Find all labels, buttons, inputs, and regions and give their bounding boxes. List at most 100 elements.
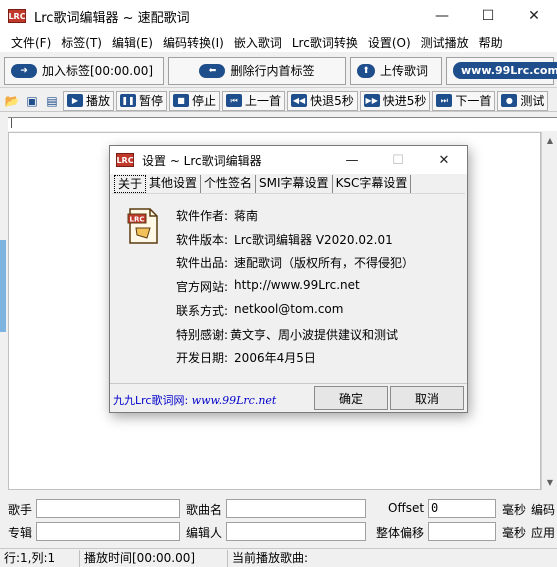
previous-label: 上一首: [245, 94, 282, 108]
tab-signature[interactable]: 个性签名: [201, 175, 257, 193]
tab-ksc-settings[interactable]: KSC字幕设置: [333, 175, 412, 193]
test-label: 测试: [520, 94, 545, 108]
dialog-controls: — ☐ ✕: [329, 146, 467, 174]
contact-label: 联系方式:: [176, 304, 229, 318]
site-link-url[interactable]: www.99Lrc.net: [192, 394, 277, 407]
side-panel-handle[interactable]: [0, 240, 6, 332]
ms-label-1: 毫秒: [502, 503, 527, 517]
info-row-thanks: 特别感谢: 黄文亨、周小波提供建议和测试: [176, 326, 398, 343]
minimize-button[interactable]: —: [419, 0, 465, 32]
ms-label-2: 毫秒: [502, 526, 527, 540]
overall-shift-label: 整体偏移: [376, 526, 425, 540]
delete-tag-button[interactable]: ⬅ 删除行内首标签: [168, 56, 346, 85]
lrc-app-icon: LRC: [8, 9, 26, 23]
rewind-button[interactable]: ◀◀ 快退5秒: [287, 90, 358, 111]
tab-other-settings[interactable]: 其他设置: [146, 175, 202, 193]
save-icon[interactable]: ▣: [23, 92, 41, 110]
test-button[interactable]: ● 测试: [497, 90, 549, 111]
ruler: [8, 117, 557, 131]
dialog-minimize-button[interactable]: —: [329, 146, 375, 174]
play-icon: ▶: [67, 94, 83, 107]
offset-input[interactable]: 0: [428, 499, 496, 518]
settings-dialog: LRC 设置 ~ Lrc歌词编辑器 — ☐ ✕ 关于 其他设置 个性签名 SMI…: [109, 145, 468, 413]
menu-encoding[interactable]: 编码转换(I): [158, 34, 229, 51]
add-tag-button[interactable]: ➜ 加入标签[00:00.00]: [4, 56, 164, 85]
play-button[interactable]: ▶ 播放: [63, 90, 115, 111]
player-toolbar: 📂 ▣ ▤ ▶ 播放 ❚❚ 暂停 ■ 停止 ⏮ 上一首 ◀◀ 快退5秒 ▶▶ 快…: [0, 90, 557, 112]
title-bar: LRC Lrc歌词编辑器 ~ 速配歌词 — ☐ ✕: [0, 0, 557, 32]
album-label: 专辑: [8, 526, 33, 540]
version-value: Lrc歌词编辑器 V2020.02.01: [234, 233, 393, 247]
previous-icon: ⏮: [226, 94, 243, 107]
close-button[interactable]: ✕: [511, 0, 557, 32]
status-bar: 行:1,列:1 播放时间[00:00.00] 当前播放歌曲:: [0, 548, 557, 567]
info-row-version: 软件版本: Lrc歌词编辑器 V2020.02.01: [176, 231, 393, 248]
singer-label: 歌手: [8, 503, 33, 517]
rewind-icon: ◀◀: [291, 94, 308, 107]
cancel-button[interactable]: 取消: [390, 386, 464, 410]
ruler-marker[interactable]: [11, 118, 12, 128]
menu-embed[interactable]: 嵌入歌词: [229, 34, 287, 51]
forward-label: 快进5秒: [382, 94, 427, 108]
menu-file[interactable]: 文件(F): [6, 34, 56, 51]
pause-button[interactable]: ❚❚ 暂停: [116, 90, 168, 111]
pause-icon: ❚❚: [120, 94, 137, 107]
main-toolbar: ➜ 加入标签[00:00.00] ⬅ 删除行内首标签 ⬆ 上传歌词 www.99…: [0, 54, 557, 88]
play-time: 播放时间[00:00.00]: [80, 549, 228, 567]
dialog-title: 设置 ~ Lrc歌词编辑器: [142, 153, 262, 168]
menu-bar: 文件(F) 标签(T) 编辑(E) 编码转换(I) 嵌入歌词 Lrc歌词转换 设…: [0, 32, 557, 52]
open-folder-icon[interactable]: 📂: [3, 92, 21, 110]
offset-label: Offset: [388, 501, 425, 515]
previous-button[interactable]: ⏮ 上一首: [222, 90, 286, 111]
author-value: 蒋南: [234, 209, 259, 223]
song-name-input[interactable]: [226, 499, 366, 518]
contact-value: netkool@tom.com: [234, 302, 344, 316]
publisher-value: 速配歌词（版权所有，不得侵犯）: [234, 256, 415, 270]
scroll-up-icon[interactable]: ▲: [542, 132, 557, 148]
info-row-website: 官方网站: http://www.99Lrc.net: [176, 278, 360, 295]
ok-button[interactable]: 确定: [314, 386, 388, 410]
apply-button[interactable]: 应用: [531, 524, 555, 541]
maximize-button[interactable]: ☐: [465, 0, 511, 32]
next-button[interactable]: ⏭ 下一首: [432, 90, 496, 111]
website-label: www.99Lrc.com: [453, 62, 557, 79]
website-label: 官方网站:: [176, 280, 229, 294]
menu-tag[interactable]: 标签(T): [56, 34, 107, 51]
album-input[interactable]: [36, 522, 180, 541]
stop-button[interactable]: ■ 停止: [169, 90, 221, 111]
upload-button[interactable]: ⬆ 上传歌词: [350, 56, 442, 85]
scroll-down-icon[interactable]: ▼: [542, 474, 557, 490]
dialog-close-button[interactable]: ✕: [421, 146, 467, 174]
menu-help[interactable]: 帮助: [474, 34, 508, 51]
save-all-icon[interactable]: ▤: [43, 92, 61, 110]
tab-smi-settings[interactable]: SMI字幕设置: [256, 175, 333, 193]
song-info-fields: 歌手 歌曲名 Offset 0 毫秒 编码 专辑 编辑人 整体偏移 毫秒 应用: [0, 496, 557, 544]
current-song: 当前播放歌曲:: [232, 550, 309, 565]
forward-button[interactable]: ▶▶ 快进5秒: [359, 90, 431, 111]
editor-input[interactable]: [226, 522, 366, 541]
singer-input[interactable]: [36, 499, 180, 518]
about-panel: LRC 软件作者: 蒋南 软件版本: Lrc歌词编辑器 V2020.02.01 …: [112, 193, 465, 383]
website-button[interactable]: www.99Lrc.com: [446, 56, 557, 85]
window-title: Lrc歌词编辑器 ~ 速配歌词: [34, 10, 190, 26]
date-label: 开发日期:: [176, 351, 229, 365]
menu-edit[interactable]: 编辑(E): [107, 34, 158, 51]
site-link[interactable]: 九九Lrc歌词网: www.99Lrc.net: [113, 392, 276, 408]
encoding-button[interactable]: 编码: [531, 501, 555, 518]
next-label: 下一首: [455, 94, 492, 108]
menu-settings[interactable]: 设置(O): [363, 34, 416, 51]
play-label: 播放: [86, 94, 111, 108]
stop-icon: ■: [173, 94, 190, 107]
vertical-scrollbar[interactable]: ▲ ▼: [541, 132, 557, 490]
delete-tag-label: 删除行内首标签: [230, 64, 315, 78]
thanks-value: 黄文亨、周小波提供建议和测试: [230, 328, 399, 342]
tab-about[interactable]: 关于: [114, 175, 147, 193]
publisher-label: 软件出品:: [176, 256, 229, 270]
site-link-label: 九九Lrc歌词网:: [113, 394, 189, 407]
pause-label: 暂停: [139, 94, 164, 108]
menu-lrc-convert[interactable]: Lrc歌词转换: [287, 34, 363, 51]
editor-label: 编辑人: [186, 526, 223, 540]
test-icon: ●: [501, 94, 518, 107]
overall-shift-input[interactable]: [428, 522, 496, 541]
menu-test-play[interactable]: 测试播放: [416, 34, 474, 51]
